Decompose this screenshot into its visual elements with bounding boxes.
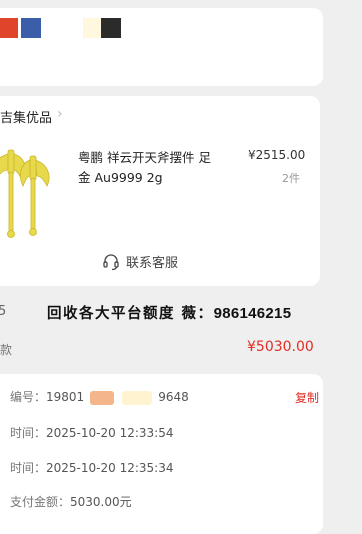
product-image[interactable] — [0, 136, 55, 256]
total-paid-value: 5030.00元 — [70, 495, 132, 509]
banner-text: 回收各大平台额度 薇： — [47, 305, 214, 322]
product-title[interactable]: 粤鹏 祥云开天斧摆件 足金 Au9999 2g — [78, 148, 218, 188]
total-paid-label: 支付金额： — [10, 495, 71, 509]
product-quantity: 2件 — [282, 172, 300, 185]
order-number-row: 编号：19801 9648 — [10, 388, 189, 405]
banner-number: 986146215 — [213, 305, 292, 322]
shop-name[interactable]: 吉集优品 — [0, 107, 52, 126]
banner-left-mark: 5 — [0, 304, 7, 319]
paid-time-value: 2025-10-20 12:35:34 — [46, 461, 174, 475]
cream-swatch — [83, 18, 103, 38]
order-number-label: 编号： — [10, 390, 47, 404]
created-time-row: 时间：2025-10-20 12:33:54 — [10, 424, 173, 441]
paid-time-label: 时间： — [10, 461, 47, 475]
total-paid-row: 支付金额：5030.00元 — [10, 493, 132, 510]
order-number-start: 19801 — [46, 390, 85, 404]
created-time-label: 时间： — [10, 426, 47, 440]
redacted-block — [122, 390, 153, 405]
swatch-card — [0, 8, 323, 86]
payment-label: 款 — [0, 343, 13, 357]
chevron-right-icon[interactable]: › — [57, 106, 63, 122]
product-card: 吉集优品 › 粤鹏 祥云开天斧摆件 足金 Au9999 2g ¥2515.00 … — [0, 96, 320, 286]
product-price: ¥2515.00 — [248, 148, 306, 162]
contact-service-label: 联系客服 — [126, 256, 179, 271]
payment-amount: ¥5030.00 — [247, 339, 314, 355]
headset-icon — [103, 253, 119, 270]
blue-swatch — [21, 18, 41, 38]
recycle-banner: 回收各大平台额度 薇：986146215 — [47, 302, 291, 323]
order-number-end: 9648 — [158, 390, 189, 404]
copy-button[interactable]: 复制 — [295, 389, 319, 406]
red-swatch — [0, 18, 18, 38]
paid-time-row: 时间：2025-10-20 12:35:34 — [10, 459, 173, 476]
redacted-block — [90, 390, 115, 405]
contact-service-button[interactable]: 联系客服 — [102, 252, 178, 271]
created-time-value: 2025-10-20 12:33:54 — [46, 426, 174, 440]
dark-swatch — [101, 18, 121, 38]
